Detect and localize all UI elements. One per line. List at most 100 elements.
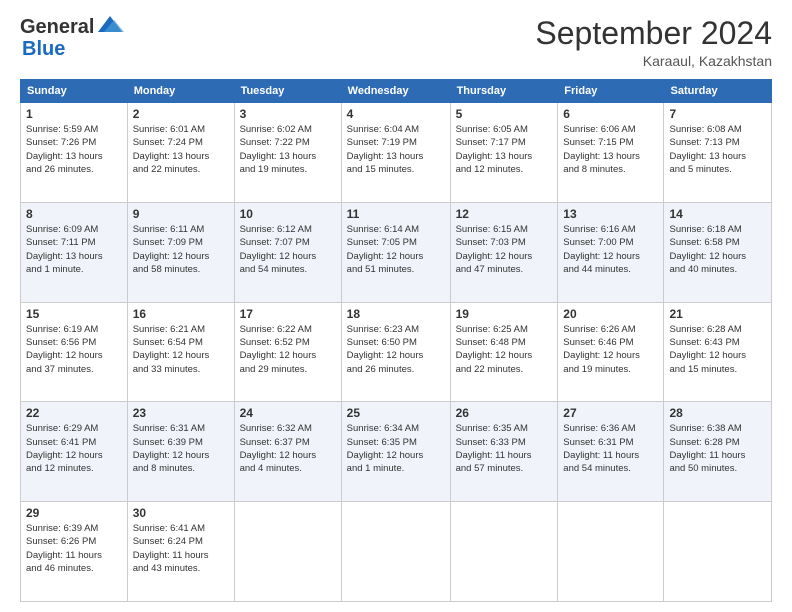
title-block: September 2024 Karaaul, Kazakhstan <box>535 16 772 69</box>
location-title: Karaaul, Kazakhstan <box>535 53 772 69</box>
day-number: 23 <box>133 406 229 420</box>
day-cell: 27 Sunrise: 6:36 AMSunset: 6:31 PMDaylig… <box>558 402 664 502</box>
day-cell: 24 Sunrise: 6:32 AMSunset: 6:37 PMDaylig… <box>234 402 341 502</box>
day-info: Sunrise: 6:01 AMSunset: 7:24 PMDaylight:… <box>133 123 229 176</box>
week-row-2: 8 Sunrise: 6:09 AMSunset: 7:11 PMDayligh… <box>21 202 772 302</box>
day-info: Sunrise: 6:21 AMSunset: 6:54 PMDaylight:… <box>133 323 229 376</box>
day-info: Sunrise: 6:18 AMSunset: 6:58 PMDaylight:… <box>669 223 766 276</box>
weekday-header-monday: Monday <box>127 80 234 103</box>
weekday-header-tuesday: Tuesday <box>234 80 341 103</box>
day-number: 27 <box>563 406 658 420</box>
day-number: 12 <box>456 207 553 221</box>
week-row-1: 1 Sunrise: 5:59 AMSunset: 7:26 PMDayligh… <box>21 103 772 203</box>
day-info: Sunrise: 6:29 AMSunset: 6:41 PMDaylight:… <box>26 422 122 475</box>
day-number: 11 <box>347 207 445 221</box>
month-title: September 2024 <box>535 16 772 51</box>
day-cell: 29 Sunrise: 6:39 AMSunset: 6:26 PMDaylig… <box>21 502 128 602</box>
day-number: 13 <box>563 207 658 221</box>
day-cell: 25 Sunrise: 6:34 AMSunset: 6:35 PMDaylig… <box>341 402 450 502</box>
day-cell: 7 Sunrise: 6:08 AMSunset: 7:13 PMDayligh… <box>664 103 772 203</box>
day-cell <box>664 502 772 602</box>
day-cell <box>234 502 341 602</box>
page: General Blue September 2024 Karaaul, Kaz… <box>0 0 792 612</box>
day-number: 25 <box>347 406 445 420</box>
day-cell: 12 Sunrise: 6:15 AMSunset: 7:03 PMDaylig… <box>450 202 558 302</box>
day-info: Sunrise: 6:02 AMSunset: 7:22 PMDaylight:… <box>240 123 336 176</box>
day-number: 16 <box>133 307 229 321</box>
day-number: 28 <box>669 406 766 420</box>
day-cell: 19 Sunrise: 6:25 AMSunset: 6:48 PMDaylig… <box>450 302 558 402</box>
day-cell: 9 Sunrise: 6:11 AMSunset: 7:09 PMDayligh… <box>127 202 234 302</box>
day-number: 29 <box>26 506 122 520</box>
weekday-header-row: SundayMondayTuesdayWednesdayThursdayFrid… <box>21 80 772 103</box>
day-cell: 3 Sunrise: 6:02 AMSunset: 7:22 PMDayligh… <box>234 103 341 203</box>
day-info: Sunrise: 6:14 AMSunset: 7:05 PMDaylight:… <box>347 223 445 276</box>
day-number: 20 <box>563 307 658 321</box>
day-cell <box>450 502 558 602</box>
calendar-table: SundayMondayTuesdayWednesdayThursdayFrid… <box>20 79 772 602</box>
day-cell: 14 Sunrise: 6:18 AMSunset: 6:58 PMDaylig… <box>664 202 772 302</box>
day-info: Sunrise: 6:15 AMSunset: 7:03 PMDaylight:… <box>456 223 553 276</box>
day-number: 10 <box>240 207 336 221</box>
day-cell: 22 Sunrise: 6:29 AMSunset: 6:41 PMDaylig… <box>21 402 128 502</box>
day-cell: 16 Sunrise: 6:21 AMSunset: 6:54 PMDaylig… <box>127 302 234 402</box>
day-info: Sunrise: 6:11 AMSunset: 7:09 PMDaylight:… <box>133 223 229 276</box>
day-cell: 20 Sunrise: 6:26 AMSunset: 6:46 PMDaylig… <box>558 302 664 402</box>
day-number: 14 <box>669 207 766 221</box>
day-cell: 10 Sunrise: 6:12 AMSunset: 7:07 PMDaylig… <box>234 202 341 302</box>
day-info: Sunrise: 5:59 AMSunset: 7:26 PMDaylight:… <box>26 123 122 176</box>
day-info: Sunrise: 6:08 AMSunset: 7:13 PMDaylight:… <box>669 123 766 176</box>
day-number: 5 <box>456 107 553 121</box>
day-cell <box>341 502 450 602</box>
day-info: Sunrise: 6:16 AMSunset: 7:00 PMDaylight:… <box>563 223 658 276</box>
day-cell: 11 Sunrise: 6:14 AMSunset: 7:05 PMDaylig… <box>341 202 450 302</box>
day-cell: 8 Sunrise: 6:09 AMSunset: 7:11 PMDayligh… <box>21 202 128 302</box>
day-info: Sunrise: 6:36 AMSunset: 6:31 PMDaylight:… <box>563 422 658 475</box>
weekday-header-sunday: Sunday <box>21 80 128 103</box>
day-number: 4 <box>347 107 445 121</box>
day-number: 6 <box>563 107 658 121</box>
day-cell: 26 Sunrise: 6:35 AMSunset: 6:33 PMDaylig… <box>450 402 558 502</box>
day-cell: 13 Sunrise: 6:16 AMSunset: 7:00 PMDaylig… <box>558 202 664 302</box>
day-number: 7 <box>669 107 766 121</box>
day-number: 24 <box>240 406 336 420</box>
day-info: Sunrise: 6:04 AMSunset: 7:19 PMDaylight:… <box>347 123 445 176</box>
day-number: 2 <box>133 107 229 121</box>
day-info: Sunrise: 6:22 AMSunset: 6:52 PMDaylight:… <box>240 323 336 376</box>
logo-general: General <box>20 17 94 37</box>
weekday-header-wednesday: Wednesday <box>341 80 450 103</box>
day-number: 1 <box>26 107 122 121</box>
day-info: Sunrise: 6:32 AMSunset: 6:37 PMDaylight:… <box>240 422 336 475</box>
day-info: Sunrise: 6:25 AMSunset: 6:48 PMDaylight:… <box>456 323 553 376</box>
header: General Blue September 2024 Karaaul, Kaz… <box>20 16 772 69</box>
logo-text: General <box>20 16 124 38</box>
day-cell: 17 Sunrise: 6:22 AMSunset: 6:52 PMDaylig… <box>234 302 341 402</box>
day-info: Sunrise: 6:23 AMSunset: 6:50 PMDaylight:… <box>347 323 445 376</box>
weekday-header-saturday: Saturday <box>664 80 772 103</box>
day-cell: 4 Sunrise: 6:04 AMSunset: 7:19 PMDayligh… <box>341 103 450 203</box>
week-row-5: 29 Sunrise: 6:39 AMSunset: 6:26 PMDaylig… <box>21 502 772 602</box>
day-cell: 2 Sunrise: 6:01 AMSunset: 7:24 PMDayligh… <box>127 103 234 203</box>
day-number: 9 <box>133 207 229 221</box>
day-info: Sunrise: 6:09 AMSunset: 7:11 PMDaylight:… <box>26 223 122 276</box>
day-number: 21 <box>669 307 766 321</box>
day-number: 30 <box>133 506 229 520</box>
day-number: 26 <box>456 406 553 420</box>
logo-blue-text: Blue <box>22 38 65 61</box>
day-info: Sunrise: 6:06 AMSunset: 7:15 PMDaylight:… <box>563 123 658 176</box>
day-info: Sunrise: 6:41 AMSunset: 6:24 PMDaylight:… <box>133 522 229 575</box>
day-number: 18 <box>347 307 445 321</box>
day-cell: 23 Sunrise: 6:31 AMSunset: 6:39 PMDaylig… <box>127 402 234 502</box>
day-cell: 15 Sunrise: 6:19 AMSunset: 6:56 PMDaylig… <box>21 302 128 402</box>
day-number: 8 <box>26 207 122 221</box>
day-number: 3 <box>240 107 336 121</box>
weekday-header-friday: Friday <box>558 80 664 103</box>
day-info: Sunrise: 6:31 AMSunset: 6:39 PMDaylight:… <box>133 422 229 475</box>
day-info: Sunrise: 6:38 AMSunset: 6:28 PMDaylight:… <box>669 422 766 475</box>
day-info: Sunrise: 6:12 AMSunset: 7:07 PMDaylight:… <box>240 223 336 276</box>
day-info: Sunrise: 6:26 AMSunset: 6:46 PMDaylight:… <box>563 323 658 376</box>
day-cell: 30 Sunrise: 6:41 AMSunset: 6:24 PMDaylig… <box>127 502 234 602</box>
day-info: Sunrise: 6:34 AMSunset: 6:35 PMDaylight:… <box>347 422 445 475</box>
day-number: 19 <box>456 307 553 321</box>
day-cell: 5 Sunrise: 6:05 AMSunset: 7:17 PMDayligh… <box>450 103 558 203</box>
